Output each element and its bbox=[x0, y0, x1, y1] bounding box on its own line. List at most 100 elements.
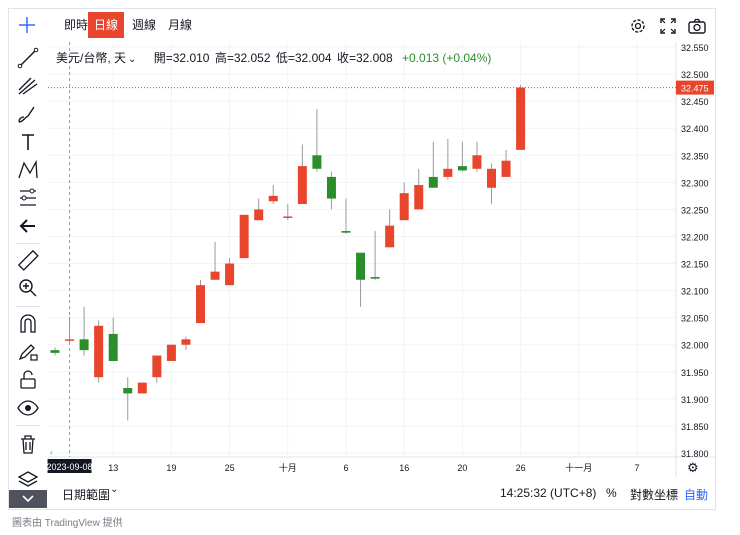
candle[interactable] bbox=[239, 214, 249, 259]
candle-body bbox=[356, 252, 366, 280]
chevron-down-icon[interactable]: ⌄ bbox=[128, 54, 136, 65]
attribution-text: 圖表由 TradingView 提供 bbox=[12, 518, 123, 529]
chevron-down-icon[interactable]: ⌄ bbox=[110, 484, 118, 495]
candle-body bbox=[108, 333, 118, 361]
y-tick-label: 31.800 bbox=[681, 449, 709, 459]
y-tick-label: 32.000 bbox=[681, 341, 709, 351]
candle-body bbox=[65, 339, 75, 341]
candle[interactable] bbox=[152, 355, 162, 383]
candle[interactable] bbox=[166, 344, 176, 361]
y-tick-label: 32.150 bbox=[681, 260, 709, 270]
percent-scale-toggle[interactable]: % bbox=[606, 486, 617, 500]
candle[interactable] bbox=[457, 141, 467, 172]
candle[interactable] bbox=[196, 279, 205, 324]
candle-body bbox=[79, 339, 89, 351]
legend-change: +0.013 (+0.04%) bbox=[402, 51, 492, 65]
scroll-left-icon[interactable]: ‹ bbox=[50, 447, 53, 457]
candle-body bbox=[137, 382, 147, 394]
clock-display[interactable]: 14:25:32 (UTC+8) bbox=[500, 486, 596, 500]
candle-body bbox=[326, 176, 336, 199]
y-tick-label: 32.350 bbox=[681, 151, 709, 161]
auto-scale-toggle[interactable]: 自動 bbox=[684, 486, 708, 503]
price-chart[interactable]: 32.550 32.500 32.450 32.400 32.350 32.300 32.2… bbox=[0, 0, 740, 535]
candle[interactable] bbox=[326, 171, 336, 210]
candle-body bbox=[385, 225, 395, 248]
candle[interactable] bbox=[137, 382, 147, 394]
last-price-label: 32.475 bbox=[681, 84, 709, 94]
price-lines bbox=[48, 42, 676, 457]
candle-body bbox=[472, 155, 482, 169]
candle[interactable] bbox=[65, 316, 75, 343]
y-tick-label: 32.550 bbox=[681, 43, 709, 53]
candle-body bbox=[254, 209, 264, 221]
candle-body bbox=[399, 193, 409, 221]
date-range-button[interactable]: 日期範圍 bbox=[62, 486, 110, 503]
time-axis: 13 19 25 十月 6 16 20 26 十一月 7 2023-09-08 ‹ ⚙ bbox=[47, 447, 699, 475]
candle[interactable] bbox=[385, 209, 395, 248]
candle-body bbox=[414, 185, 424, 210]
candle[interactable] bbox=[472, 141, 482, 172]
candle-body bbox=[501, 160, 511, 177]
candle[interactable] bbox=[501, 149, 511, 177]
y-tick-label: 31.950 bbox=[681, 368, 709, 378]
candle-body bbox=[428, 176, 438, 188]
price-axis: 32.550 32.500 32.450 32.400 32.350 32.300 32.2… bbox=[676, 43, 714, 459]
candle-body bbox=[297, 166, 307, 204]
candle[interactable] bbox=[341, 198, 351, 234]
x-tick-label: 7 bbox=[634, 463, 639, 473]
candle[interactable] bbox=[516, 84, 526, 150]
candle-body bbox=[341, 231, 351, 233]
candle-body bbox=[312, 155, 322, 169]
y-tick-label: 32.050 bbox=[681, 314, 709, 324]
candle[interactable] bbox=[79, 306, 89, 356]
candle-body bbox=[152, 355, 162, 378]
y-tick-label: 32.300 bbox=[681, 178, 709, 188]
y-tick-label: 32.200 bbox=[681, 232, 709, 242]
bottom-toolbar: 日期範圍 ⌄ 14:25:32 (UTC+8) % 對數坐標 自動 bbox=[48, 478, 716, 508]
candle[interactable] bbox=[268, 185, 278, 204]
candle-body bbox=[181, 339, 191, 345]
candle-body bbox=[123, 388, 133, 394]
candle[interactable] bbox=[414, 168, 424, 210]
y-tick-label: 32.500 bbox=[681, 70, 709, 80]
symbol-name[interactable]: 美元/台幣, 天 bbox=[56, 51, 126, 65]
candle-body bbox=[443, 168, 453, 177]
axis-settings-gear-icon[interactable]: ⚙ bbox=[687, 460, 699, 475]
legend-close: 收=32.008 bbox=[336, 51, 393, 65]
candle[interactable] bbox=[370, 231, 380, 280]
x-tick-label: 十月 bbox=[279, 462, 297, 473]
candle[interactable] bbox=[399, 182, 409, 221]
chart-grid bbox=[48, 42, 716, 477]
candle-body bbox=[370, 277, 380, 279]
log-scale-toggle[interactable]: 對數坐標 bbox=[630, 486, 678, 503]
candle-body bbox=[516, 87, 526, 150]
candle[interactable] bbox=[50, 347, 60, 356]
candle[interactable] bbox=[443, 139, 453, 180]
candle[interactable] bbox=[297, 144, 307, 204]
ohlc-legend: 美元/台幣, 天 ⌄ 開=32.010 高=32.052 低=32.004 收=3… bbox=[56, 48, 493, 68]
x-tick-label: 19 bbox=[166, 463, 176, 473]
y-tick-label: 32.400 bbox=[681, 124, 709, 134]
y-tick-label: 32.450 bbox=[681, 97, 709, 107]
x-tick-label: 20 bbox=[457, 463, 467, 473]
candle[interactable] bbox=[254, 198, 264, 221]
candle[interactable] bbox=[181, 336, 191, 351]
candle-body bbox=[94, 325, 104, 378]
candle-body bbox=[457, 166, 467, 171]
candle[interactable] bbox=[225, 258, 235, 286]
candle[interactable] bbox=[487, 163, 496, 204]
candle[interactable] bbox=[108, 317, 118, 361]
candle[interactable] bbox=[312, 109, 322, 172]
y-tick-label: 32.100 bbox=[681, 287, 709, 297]
candle-body bbox=[225, 263, 235, 286]
x-tick-label: 十一月 bbox=[565, 462, 592, 473]
candle[interactable] bbox=[428, 141, 438, 188]
candle-body bbox=[487, 168, 496, 188]
candle-body bbox=[50, 350, 60, 353]
candle[interactable] bbox=[356, 252, 366, 307]
candle[interactable] bbox=[210, 241, 220, 280]
candle-body bbox=[210, 271, 220, 280]
candle-body bbox=[196, 285, 205, 324]
candle[interactable] bbox=[94, 320, 104, 383]
candle[interactable] bbox=[283, 203, 293, 221]
